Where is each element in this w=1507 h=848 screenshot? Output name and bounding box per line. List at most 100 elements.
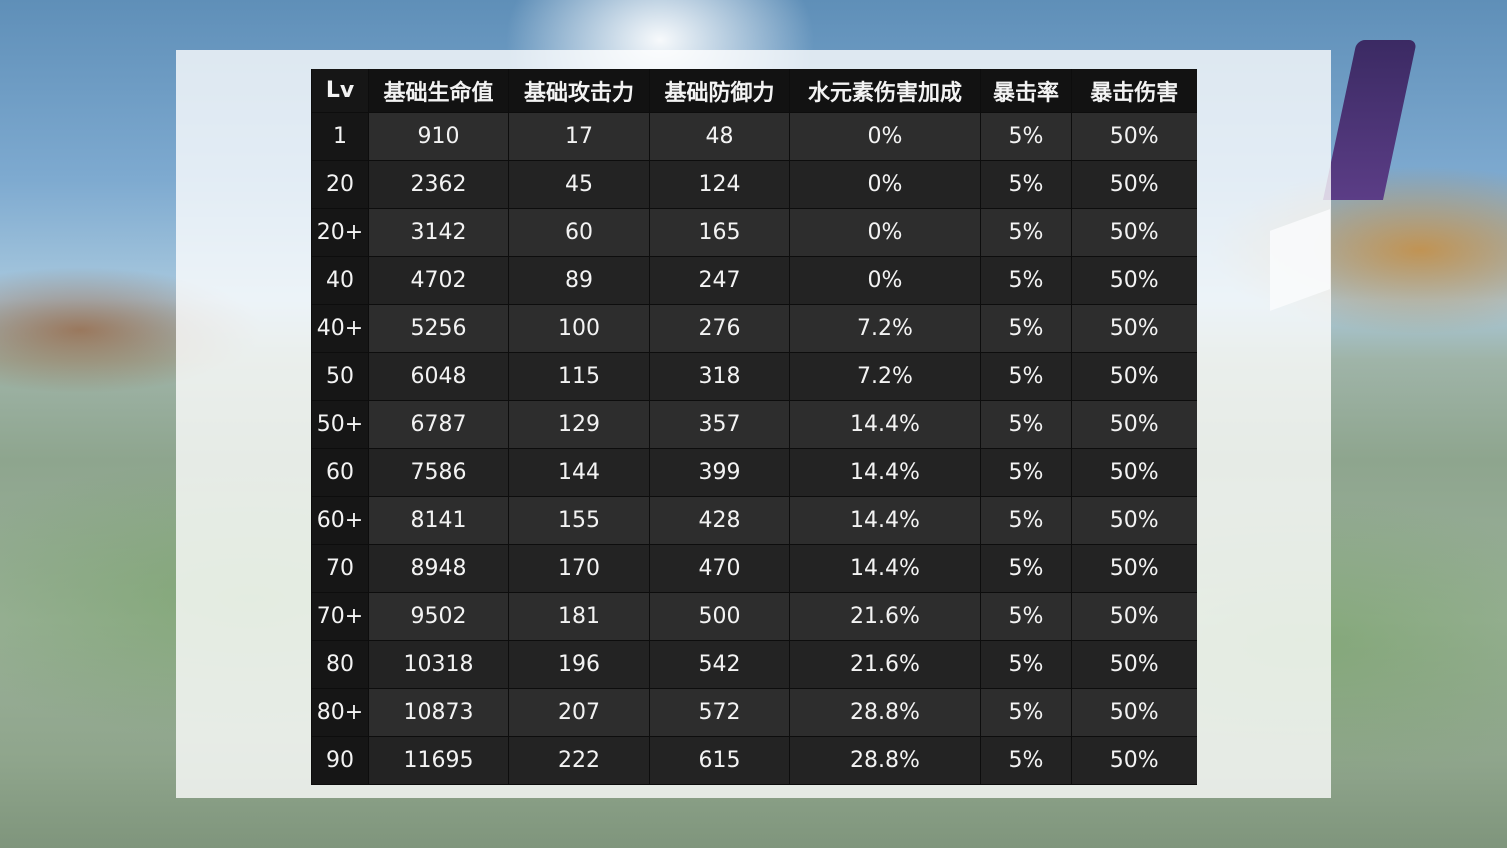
cell-base-def: 428	[649, 496, 790, 545]
table-row: 90 11695 222 615 28.8% 5% 50%	[311, 736, 1197, 785]
cell-base-def: 500	[649, 592, 790, 641]
header-base-def: 基础防御力	[649, 69, 790, 113]
cell-crit-dmg: 50%	[1071, 448, 1197, 497]
cell-crit-rate: 5%	[980, 640, 1072, 689]
cell-base-hp: 2362	[368, 160, 509, 209]
table-row: 60 7586 144 399 14.4% 5% 50%	[311, 448, 1197, 497]
cell-hydro-dmg-bonus: 7.2%	[789, 352, 981, 401]
cell-level: 20	[311, 160, 369, 209]
cell-crit-dmg: 50%	[1071, 256, 1197, 305]
cell-base-atk: 100	[508, 304, 650, 353]
cell-crit-rate: 5%	[980, 304, 1072, 353]
cell-crit-rate: 5%	[980, 544, 1072, 593]
cell-hydro-dmg-bonus: 14.4%	[789, 400, 981, 449]
table-row: 80 10318 196 542 21.6% 5% 50%	[311, 640, 1197, 689]
cell-base-def: 48	[649, 112, 790, 161]
cell-crit-rate: 5%	[980, 112, 1072, 161]
cell-crit-dmg: 50%	[1071, 208, 1197, 257]
table-row: 20+ 3142 60 165 0% 5% 50%	[311, 208, 1197, 257]
cell-crit-rate: 5%	[980, 448, 1072, 497]
cell-base-hp: 8141	[368, 496, 509, 545]
cell-base-def: 399	[649, 448, 790, 497]
cell-crit-rate: 5%	[980, 352, 1072, 401]
cell-crit-dmg: 50%	[1071, 352, 1197, 401]
cell-base-hp: 4702	[368, 256, 509, 305]
cell-level: 60	[311, 448, 369, 497]
cell-base-atk: 115	[508, 352, 650, 401]
cell-base-hp: 7586	[368, 448, 509, 497]
cell-crit-dmg: 50%	[1071, 496, 1197, 545]
table-row: 70+ 9502 181 500 21.6% 5% 50%	[311, 592, 1197, 641]
cell-crit-dmg: 50%	[1071, 640, 1197, 689]
cell-level: 60+	[311, 496, 369, 545]
cell-hydro-dmg-bonus: 21.6%	[789, 640, 981, 689]
cell-crit-rate: 5%	[980, 496, 1072, 545]
cell-crit-dmg: 50%	[1071, 160, 1197, 209]
cell-base-atk: 89	[508, 256, 650, 305]
cell-hydro-dmg-bonus: 0%	[789, 160, 981, 209]
cell-base-hp: 11695	[368, 736, 509, 785]
cell-crit-rate: 5%	[980, 208, 1072, 257]
cell-base-atk: 196	[508, 640, 650, 689]
cell-hydro-dmg-bonus: 0%	[789, 208, 981, 257]
cell-crit-rate: 5%	[980, 592, 1072, 641]
cell-base-atk: 181	[508, 592, 650, 641]
table-row: 40+ 5256 100 276 7.2% 5% 50%	[311, 304, 1197, 353]
cell-base-def: 542	[649, 640, 790, 689]
table-row: 1 910 17 48 0% 5% 50%	[311, 112, 1197, 161]
header-crit-dmg: 暴击伤害	[1071, 69, 1197, 113]
cell-base-atk: 155	[508, 496, 650, 545]
header-hydro-dmg-bonus: 水元素伤害加成	[789, 69, 981, 113]
cell-base-atk: 60	[508, 208, 650, 257]
cell-level: 20+	[311, 208, 369, 257]
cell-base-atk: 170	[508, 544, 650, 593]
cell-hydro-dmg-bonus: 14.4%	[789, 496, 981, 545]
table-row: 40 4702 89 247 0% 5% 50%	[311, 256, 1197, 305]
cell-base-def: 357	[649, 400, 790, 449]
cell-base-def: 276	[649, 304, 790, 353]
cell-crit-dmg: 50%	[1071, 736, 1197, 785]
cell-crit-dmg: 50%	[1071, 592, 1197, 641]
cell-base-hp: 6048	[368, 352, 509, 401]
level-stats-table: Lv 基础生命值 基础攻击力 基础防御力 水元素伤害加成 暴击率 暴击伤害 19…	[311, 69, 1197, 785]
cell-base-atk: 129	[508, 400, 650, 449]
cell-base-def: 615	[649, 736, 790, 785]
table-row: 70 8948 170 470 14.4% 5% 50%	[311, 544, 1197, 593]
cell-base-def: 247	[649, 256, 790, 305]
table-row: 50 6048 115 318 7.2% 5% 50%	[311, 352, 1197, 401]
cell-base-atk: 222	[508, 736, 650, 785]
cell-crit-rate: 5%	[980, 256, 1072, 305]
cell-base-atk: 207	[508, 688, 650, 737]
cell-base-atk: 45	[508, 160, 650, 209]
cell-crit-dmg: 50%	[1071, 112, 1197, 161]
cell-base-hp: 3142	[368, 208, 509, 257]
cell-hydro-dmg-bonus: 14.4%	[789, 448, 981, 497]
cell-level: 80	[311, 640, 369, 689]
cell-level: 40+	[311, 304, 369, 353]
cell-crit-dmg: 50%	[1071, 400, 1197, 449]
cell-crit-rate: 5%	[980, 160, 1072, 209]
cell-crit-dmg: 50%	[1071, 544, 1197, 593]
cell-level: 90	[311, 736, 369, 785]
cell-level: 50	[311, 352, 369, 401]
cell-crit-dmg: 50%	[1071, 304, 1197, 353]
header-base-hp: 基础生命值	[368, 69, 509, 113]
cell-level: 70+	[311, 592, 369, 641]
cell-level: 70	[311, 544, 369, 593]
cell-crit-dmg: 50%	[1071, 688, 1197, 737]
cell-hydro-dmg-bonus: 28.8%	[789, 688, 981, 737]
cell-crit-rate: 5%	[980, 688, 1072, 737]
cell-hydro-dmg-bonus: 21.6%	[789, 592, 981, 641]
table-row: 60+ 8141 155 428 14.4% 5% 50%	[311, 496, 1197, 545]
cell-hydro-dmg-bonus: 28.8%	[789, 736, 981, 785]
cell-base-hp: 5256	[368, 304, 509, 353]
header-level: Lv	[311, 69, 369, 113]
cell-hydro-dmg-bonus: 0%	[789, 256, 981, 305]
cell-hydro-dmg-bonus: 14.4%	[789, 544, 981, 593]
cell-level: 40	[311, 256, 369, 305]
cell-base-def: 572	[649, 688, 790, 737]
cell-base-hp: 910	[368, 112, 509, 161]
cell-level: 80+	[311, 688, 369, 737]
table-header-row: Lv 基础生命值 基础攻击力 基础防御力 水元素伤害加成 暴击率 暴击伤害	[311, 69, 1197, 113]
cell-hydro-dmg-bonus: 7.2%	[789, 304, 981, 353]
